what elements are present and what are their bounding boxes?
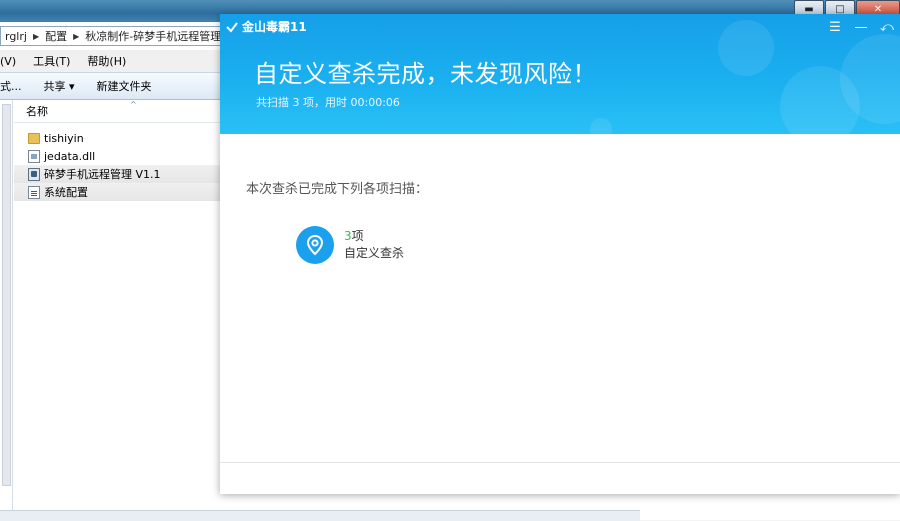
scan-summary: 本次查杀已完成下列各项扫描： — [246, 182, 429, 197]
location-pin-icon — [296, 226, 334, 264]
scan-item-count-unit: 项 — [351, 229, 364, 243]
new-folder-button[interactable]: 新建文件夹 — [85, 78, 162, 94]
navigation-pane — [0, 100, 13, 510]
dll-file-icon — [28, 149, 40, 163]
file-row[interactable]: 碎梦手机远程管理 V1.1 — [14, 165, 222, 183]
menu-help[interactable]: 帮助(H) — [77, 53, 133, 69]
scan-stats: 共扫描 3 项，用时 00:00:06 — [256, 96, 400, 109]
app-name: 金山毒霸11 — [242, 20, 307, 34]
file-name: 系统配置 — [44, 186, 88, 199]
file-list: 名称 ^ tishiyin jedata.dll 碎梦手机远程管理 V1.1 系… — [14, 100, 222, 510]
nav-scrollbar[interactable] — [2, 104, 11, 486]
scan-item-count-number: 3 — [344, 229, 352, 243]
column-header-name[interactable]: 名称 ^ — [14, 100, 222, 123]
breadcrumb-item[interactable]: 秋凉制作-碎梦手机远程管理 — [81, 28, 221, 44]
explorer-toolbar: 式... 共享 ▾ 新建文件夹 — [0, 72, 222, 100]
result-title: 自定义查杀完成，未发现风险！ — [254, 60, 597, 88]
menu-bar: (V) 工具(T) 帮助(H) — [0, 50, 222, 72]
result-header: 金山毒霸11 ☰ — ⤺ 自定义查杀完成，未发现风险！ 共扫描 3 项，用时 0… — [220, 14, 900, 134]
antivirus-window: 金山毒霸11 ☰ — ⤺ 自定义查杀完成，未发现风险！ 共扫描 3 项，用时 0… — [220, 14, 900, 494]
config-file-icon — [28, 185, 40, 199]
scan-item: 3项 自定义查杀 — [296, 226, 404, 264]
decor-bubble — [590, 118, 612, 134]
minimize-icon[interactable]: — — [848, 18, 874, 36]
explorer-status-bar — [0, 510, 640, 521]
menu-tools[interactable]: 工具(T) — [23, 53, 77, 69]
back-icon[interactable]: ⤺ — [874, 18, 900, 36]
app-logo: 金山毒霸11 — [226, 18, 307, 35]
share-button[interactable]: 共享 ▾ — [32, 78, 85, 94]
kingsoft-logo-icon — [226, 21, 238, 33]
file-row[interactable]: 系统配置 — [14, 183, 222, 201]
result-body: 本次查杀已完成下列各项扫描： 3项 自定义查杀 — [220, 134, 900, 462]
menu-view[interactable]: (V) — [0, 55, 23, 68]
sort-caret-icon: ^ — [130, 100, 137, 109]
scan-item-count: 3项 — [344, 228, 404, 245]
file-name: 碎梦手机远程管理 V1.1 — [44, 168, 161, 181]
decor-bubble — [718, 20, 774, 76]
breadcrumb-item[interactable]: 配置 — [41, 28, 71, 44]
scan-item-label: 自定义查杀 — [344, 246, 405, 260]
toolbar-cut-button[interactable]: 式... — [0, 78, 32, 94]
scan-item-text: 3项 自定义查杀 — [344, 228, 404, 262]
file-row[interactable]: jedata.dll — [14, 147, 222, 165]
folder-icon — [28, 132, 40, 144]
exe-file-icon — [28, 167, 40, 181]
address-bar[interactable]: rglrj ▶ 配置 ▶ 秋凉制作-碎梦手机远程管理 — [0, 26, 222, 46]
breadcrumb-separator-icon[interactable]: ▶ — [71, 32, 81, 41]
file-name: jedata.dll — [44, 149, 96, 163]
column-header-label: 名称 — [26, 105, 48, 118]
breadcrumb-separator-icon[interactable]: ▶ — [31, 32, 41, 41]
file-row[interactable]: tishiyin — [14, 129, 222, 147]
breadcrumb-item[interactable]: rglrj — [1, 30, 31, 43]
menu-icon[interactable]: ☰ — [822, 18, 848, 36]
file-name: tishiyin — [44, 131, 84, 145]
result-footer — [220, 462, 900, 494]
window-controls: ☰ — ⤺ — [822, 18, 900, 36]
